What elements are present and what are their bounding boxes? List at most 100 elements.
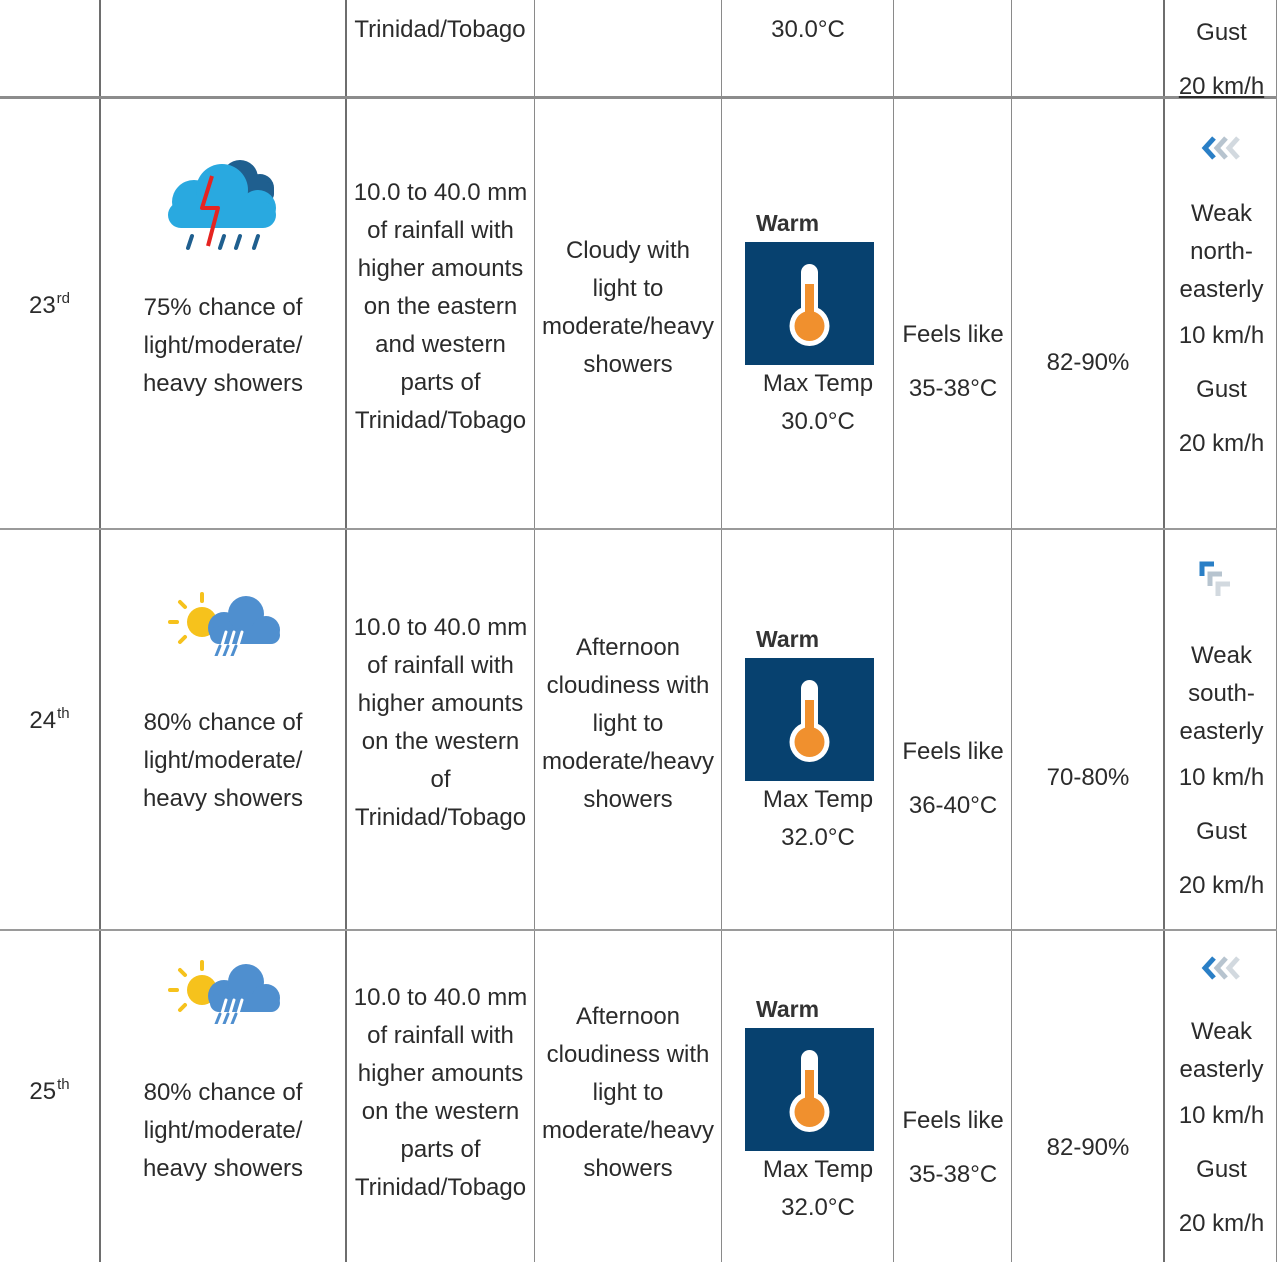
rainfall-line: of rainfall with bbox=[367, 1022, 514, 1049]
date-suffix: th bbox=[57, 1075, 70, 1093]
thermometer-icon bbox=[789, 1050, 830, 1132]
humidity-cell: 82-90% bbox=[1013, 343, 1163, 383]
rainfall-cell: 10.0 to 40.0 mm of rainfall with higher … bbox=[347, 173, 534, 441]
thermometer-tile bbox=[745, 242, 874, 365]
rainfall-cell: 10.0 to 40.0 mm of rainfall with higher … bbox=[347, 978, 534, 1208]
sky-line: Cloudy with bbox=[565, 236, 691, 264]
chance-line: heavy showers bbox=[142, 1154, 304, 1182]
feels-like-label: Feels like bbox=[902, 1107, 1004, 1134]
date-cell: 23rd bbox=[0, 287, 99, 327]
wind-speed: 10 km/h bbox=[1178, 1102, 1265, 1129]
rainfall-line: of bbox=[430, 766, 451, 793]
sun-rain-cloud-icon bbox=[168, 592, 280, 656]
feels-like-label: Feels like bbox=[902, 321, 1004, 348]
rainfall-line: 10.0 to 40.0 mm bbox=[353, 984, 528, 1011]
rainfall-line: on the western bbox=[361, 728, 520, 755]
chance-line: light/moderate/ bbox=[143, 746, 303, 774]
wind-line: Weak bbox=[1191, 642, 1252, 669]
wind-cell: Weak south- easterly 10 km/h Gust 20 km/… bbox=[1165, 637, 1277, 913]
humidity-value: 70-80% bbox=[1046, 764, 1130, 791]
row-divider bbox=[0, 929, 1277, 931]
rainfall-line: Trinidad/Tobago bbox=[354, 1174, 527, 1201]
sky-cell: Afternoon cloudiness with light to moder… bbox=[535, 628, 721, 819]
chance-cell: 80% chance of light/moderate/ heavy show… bbox=[101, 703, 345, 818]
feels-like-cell: Feels like 36-40°C bbox=[895, 731, 1011, 827]
gust-label: Gust bbox=[1196, 818, 1247, 845]
sky-line: showers bbox=[583, 350, 673, 378]
max-temp-label: Max Temp bbox=[762, 370, 874, 397]
chance-line: heavy showers bbox=[142, 784, 304, 812]
max-temp: Max Temp 32.0°C bbox=[743, 781, 893, 857]
rainfall-line: parts of bbox=[400, 369, 481, 396]
max-temp-value: 30.0°C bbox=[781, 408, 855, 435]
date-suffix: th bbox=[57, 704, 70, 722]
wind-tail-cell: Gust 20 km/h bbox=[1165, 14, 1277, 106]
row-divider bbox=[0, 528, 1277, 530]
rainfall-line: higher amounts bbox=[357, 255, 524, 282]
gust-value: 20 km/h bbox=[1178, 1210, 1265, 1237]
sky-cell: Afternoon cloudiness with light to moder… bbox=[535, 997, 721, 1188]
rainfall-line: parts of bbox=[400, 1136, 481, 1163]
wind-line: easterly bbox=[1179, 718, 1264, 745]
rainfall-line: and western bbox=[375, 331, 506, 358]
sky-line: Afternoon bbox=[575, 1002, 681, 1030]
rainfall-line: 10.0 to 40.0 mm bbox=[353, 614, 528, 641]
rainfall-line: 10.0 to 40.0 mm bbox=[353, 179, 528, 206]
sky-line: moderate/heavy bbox=[541, 312, 715, 340]
date-suffix: rd bbox=[56, 289, 71, 307]
feels-like-value: 35-38°C bbox=[908, 1161, 998, 1188]
thunderstorm-rain-cloud-icon bbox=[168, 160, 276, 250]
gust-label: Gust bbox=[1196, 19, 1247, 46]
humidity-value: 82-90% bbox=[1046, 1134, 1130, 1161]
rainfall-cell: 10.0 to 40.0 mm of rainfall with higher … bbox=[347, 608, 534, 838]
chance-line: 75% chance of bbox=[143, 293, 303, 321]
thermometer-tile bbox=[745, 658, 874, 781]
date-number: 24 bbox=[29, 706, 57, 734]
rainfall-line: higher amounts bbox=[357, 1060, 524, 1087]
sky-line: light to bbox=[592, 1078, 664, 1106]
sky-line: cloudiness with bbox=[546, 1040, 710, 1068]
wind-speed: 10 km/h bbox=[1178, 322, 1265, 349]
gust-label: Gust bbox=[1196, 1156, 1247, 1183]
feels-like-cell: Feels like 35-38°C bbox=[895, 314, 1011, 410]
wind-arrow-west-icon bbox=[1201, 136, 1240, 160]
chance-cell: 80% chance of light/moderate/ heavy show… bbox=[101, 1073, 345, 1188]
gust-label: Gust bbox=[1196, 376, 1247, 403]
rainfall-line: Trinidad/Tobago bbox=[354, 804, 527, 831]
feels-like-value: 36-40°C bbox=[908, 792, 998, 819]
column-divider bbox=[893, 0, 894, 1262]
wind-line: south- bbox=[1188, 680, 1255, 707]
rainfall-text: Trinidad/Tobago bbox=[354, 16, 526, 43]
sky-cell: Cloudy with light to moderate/heavy show… bbox=[535, 231, 721, 384]
gust-value: 20 km/h bbox=[1178, 430, 1265, 457]
chance-cell: 75% chance of light/moderate/ heavy show… bbox=[101, 288, 345, 403]
wind-speed: 10 km/h bbox=[1178, 764, 1265, 791]
gust-value: 20 km/h bbox=[1178, 73, 1265, 100]
column-divider bbox=[1011, 0, 1012, 1262]
date-cell: 25th bbox=[0, 1073, 99, 1113]
sky-line: moderate/heavy bbox=[541, 1116, 715, 1144]
max-temp-value: 30.0°C bbox=[771, 16, 845, 43]
thermometer-tile bbox=[745, 1028, 874, 1151]
sky-line: Afternoon bbox=[575, 633, 681, 661]
rainfall-line: of rainfall with bbox=[367, 217, 514, 244]
rainfall-line: of rainfall with bbox=[367, 652, 514, 679]
date-number: 23 bbox=[28, 291, 56, 319]
wind-line: Weak bbox=[1191, 1018, 1252, 1045]
max-temp: Max Temp 30.0°C bbox=[743, 365, 893, 441]
thermometer-icon bbox=[789, 264, 830, 346]
date-cell: 24th bbox=[0, 702, 99, 742]
chance-line: 80% chance of bbox=[143, 708, 303, 736]
wind-arrow-west-icon bbox=[1201, 956, 1240, 980]
max-temp-value: 32.0°C bbox=[781, 824, 855, 851]
sky-line: moderate/heavy bbox=[541, 747, 715, 775]
wind-line: Weak bbox=[1191, 200, 1252, 227]
chance-line: heavy showers bbox=[142, 369, 304, 397]
wind-line: easterly bbox=[1179, 1056, 1264, 1083]
feels-like-value: 35-38°C bbox=[908, 375, 998, 402]
max-temp-label: Max Temp bbox=[762, 1156, 874, 1183]
temperature-category: Warm bbox=[756, 626, 820, 652]
chance-line: light/moderate/ bbox=[143, 331, 303, 359]
wind-arrow-northwest-icon bbox=[1199, 561, 1230, 596]
wind-line: north- bbox=[1190, 238, 1253, 265]
